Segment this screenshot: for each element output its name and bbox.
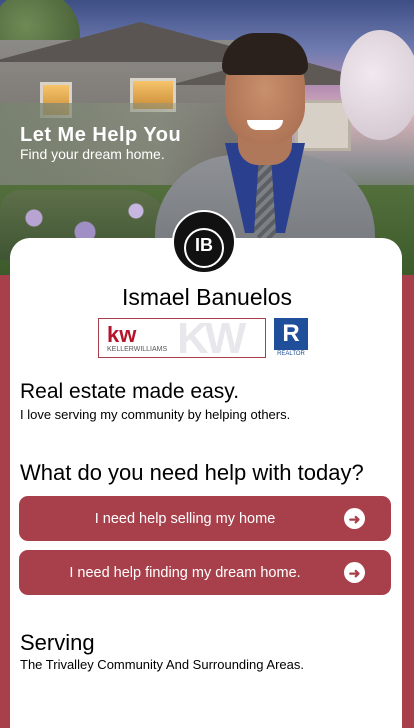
arrow-right-icon: ➜ <box>344 562 365 583</box>
serving-text: The Trivalley Community And Surrounding … <box>20 657 304 672</box>
hero-subtitle: Find your dream home. <box>20 146 165 162</box>
selling-help-label: I need help selling my home <box>94 510 276 527</box>
agent-logo: IB <box>172 210 236 274</box>
agent-hair <box>222 33 308 75</box>
brokerage-mark: kw <box>107 322 137 347</box>
realtor-mark: R <box>274 318 308 350</box>
intro-text: I love serving my community by helping o… <box>20 407 291 422</box>
brokerage-watermark: KW <box>177 318 246 358</box>
brokerage-name: KELLERWILLIAMS <box>107 346 168 353</box>
selling-help-button[interactable]: I need help selling my home ➜ <box>19 496 391 541</box>
brokerage-logo: KW kw KELLERWILLIAMS <box>98 318 266 358</box>
agent-name: Ismael Banuelos <box>121 284 293 310</box>
realtor-logo: R REALTOR <box>274 318 308 360</box>
help-heading: What do you need help with today? <box>20 460 364 485</box>
intro-heading: Real estate made easy. <box>20 380 240 403</box>
buying-help-label: I need help finding my dream home. <box>69 564 301 581</box>
buying-help-button[interactable]: I need help finding my dream home. ➜ <box>19 550 391 595</box>
agent-smile <box>247 120 283 130</box>
logo-initials: IB <box>195 235 213 255</box>
arrow-right-icon: ➜ <box>344 508 365 529</box>
serving-heading: Serving <box>20 630 95 655</box>
realtor-label: REALTOR <box>277 351 305 357</box>
